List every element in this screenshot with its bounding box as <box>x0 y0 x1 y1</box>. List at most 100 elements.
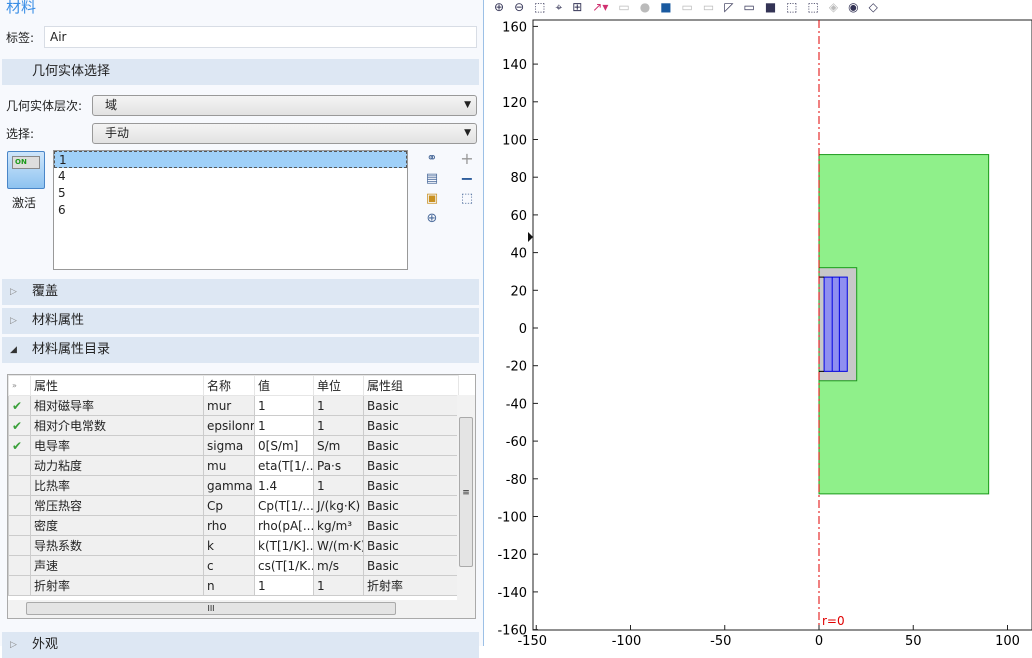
level-caption: 几何实体层次: <box>6 99 83 113</box>
link-icon[interactable]: ⚭ <box>424 151 440 167</box>
name-cell: sigma <box>203 435 255 456</box>
clear-selection-icon[interactable]: ⬚ <box>459 191 475 207</box>
table-row[interactable]: 导热系数 k k(T[1/K]... W/(m·K) Basic <box>8 535 459 556</box>
zoom-out-icon[interactable]: ⊖ <box>514 0 524 14</box>
unit-cell: m/s <box>313 555 364 576</box>
unit-cell: Pa·s <box>313 455 364 476</box>
selection-select[interactable]: 手动 ▼ <box>92 123 477 144</box>
name-cell: k <box>203 535 255 556</box>
table-row[interactable]: 密度 rho rho(pA[... kg/m³ Basic <box>8 515 459 536</box>
copy-icon[interactable]: ▤ <box>424 171 440 187</box>
reset-hiding-icon[interactable]: ◇ <box>869 0 878 14</box>
override-section[interactable]: ▷ 覆盖 <box>2 279 479 305</box>
property-cell: 密度 <box>30 515 204 536</box>
table-row[interactable]: 动力粘度 mu eta(T[1/... Pa·s Basic <box>8 455 459 476</box>
scroll-thumb[interactable]: III <box>26 602 396 615</box>
check-icon: ✔ <box>8 435 31 456</box>
value-cell[interactable]: eta(T[1/... <box>254 455 314 476</box>
unit-cell: S/m <box>313 435 364 456</box>
value-cell[interactable]: k(T[1/K]... <box>254 535 314 556</box>
domain-list[interactable]: 1 4 5 6 <box>53 150 408 270</box>
scene-light-icon[interactable]: ▭ <box>743 0 754 14</box>
table-row[interactable]: ✔ 相对磁导率 mur 1 1 Basic <box>8 395 459 416</box>
surface-icon[interactable]: ■ <box>660 0 671 14</box>
y-tick-label: 80 <box>510 171 527 186</box>
list-item[interactable]: 5 <box>54 185 407 202</box>
value-cell[interactable]: 0[S/m] <box>254 435 314 456</box>
col-name[interactable]: 名称 <box>203 375 255 396</box>
remove-icon[interactable]: − <box>459 171 475 187</box>
name-cell: mur <box>203 395 255 416</box>
value-cell[interactable]: cs(T[1/K... <box>254 555 314 576</box>
col-property[interactable]: 属性 <box>30 375 204 396</box>
col-group[interactable]: 属性组 <box>363 375 459 396</box>
property-cell: 电导率 <box>30 435 204 456</box>
col-value[interactable]: 值 <box>254 375 314 396</box>
transparency-icon[interactable]: ▭ <box>703 0 714 14</box>
property-catalog-section[interactable]: ◢ 材料属性目录 <box>2 337 479 363</box>
expand-icon: ▷ <box>10 287 17 297</box>
paste-icon[interactable]: ▣ <box>424 191 440 207</box>
active-toggle[interactable]: ON <box>7 151 45 189</box>
unit-cell: 1 <box>313 475 364 496</box>
expand-columns-icon[interactable]: » <box>8 375 31 396</box>
select-icon[interactable]: ⬚ <box>786 0 797 14</box>
wireframe-icon[interactable]: ▭ <box>682 0 693 14</box>
add-icon[interactable]: + <box>459 151 475 167</box>
coil-domain[interactable] <box>823 276 848 372</box>
x-tick-label: -100 <box>612 634 642 646</box>
list-item[interactable]: 1 <box>54 151 407 168</box>
label-input[interactable]: Air <box>44 26 477 48</box>
show-icon[interactable]: ◉ <box>848 0 858 14</box>
zoom-selection-icon[interactable]: ⊕ <box>424 211 440 227</box>
shade-icon[interactable]: ● <box>640 0 650 14</box>
level-select[interactable]: 域 ▼ <box>92 95 477 116</box>
grid-icon[interactable]: ◸ <box>724 0 733 14</box>
value-cell[interactable]: 1 <box>254 395 314 416</box>
horizontal-scrollbar[interactable]: III <box>8 600 475 618</box>
table-row[interactable]: 折射率 n 1 1 折射率 <box>8 575 459 596</box>
hide-icon[interactable]: ■ <box>765 0 776 14</box>
vertical-scrollbar[interactable]: ≡ <box>457 395 475 600</box>
name-cell: epsilonr <box>203 415 255 436</box>
table-row[interactable]: 声速 c cs(T[1/K... m/s Basic <box>8 555 459 576</box>
geometry-plot[interactable]: r=0-150 -100 -50 0 50 10016014012010080604020… <box>490 14 1032 646</box>
zoom-box-icon[interactable]: ⬚ <box>534 0 545 14</box>
scroll-thumb[interactable]: ≡ <box>459 417 473 567</box>
value-cell[interactable]: 1.4 <box>254 475 314 496</box>
section-label: 材料属性目录 <box>32 342 111 357</box>
appearance-section[interactable]: ▷ 外观 <box>2 632 479 658</box>
zoom-extents-icon[interactable]: ⊞ <box>572 0 582 14</box>
material-properties-section[interactable]: ▷ 材料属性 <box>2 308 479 334</box>
table-row[interactable]: ✔ 电导率 sigma 0[S/m] S/m Basic <box>8 435 459 456</box>
value-cell[interactable]: 1 <box>254 415 314 436</box>
zoom-in-icon[interactable]: ⊕ <box>494 0 504 14</box>
x-tick-label: 50 <box>905 634 922 646</box>
table-row[interactable]: 比热率 gamma 1.4 1 Basic <box>8 475 459 496</box>
name-cell: c <box>203 555 255 576</box>
value-cell[interactable]: 1 <box>254 575 314 596</box>
section-label: 覆盖 <box>32 284 59 299</box>
render-icon[interactable]: ▭ <box>618 0 629 14</box>
clear-icon[interactable]: ⬚ <box>808 0 819 14</box>
y-tick-label: 120 <box>502 96 527 111</box>
settings-panel: 材料 标签: Air 几何实体选择 几何实体层次: 域 ▼ 选择: 手动 ▼ ON 激活 … <box>0 0 484 658</box>
axis-label: r=0 <box>822 614 845 628</box>
table-row[interactable]: ✔ 相对介电常数 epsilonr 1 1 Basic <box>8 415 459 436</box>
geometry-selection-section[interactable]: 几何实体选择 <box>2 59 479 85</box>
value-cell[interactable]: Cp(T[1/... <box>254 495 314 516</box>
list-item[interactable]: 4 <box>54 168 407 185</box>
empty-cell <box>8 455 31 476</box>
y-tick-label: -120 <box>497 548 527 563</box>
axis-orientation-icon[interactable]: ↗▾ <box>592 0 608 14</box>
unit-cell: J/(kg·K) <box>313 495 364 516</box>
value-cell[interactable]: rho(pA[... <box>254 515 314 536</box>
col-unit[interactable]: 单位 <box>313 375 364 396</box>
zoom-selected-icon[interactable]: ⌖ <box>555 0 562 14</box>
label-caption: 标签: <box>6 30 35 45</box>
y-tick-label: -40 <box>506 397 527 412</box>
hide-geom-icon[interactable]: ◈ <box>829 0 838 14</box>
y-tick-label: 60 <box>510 209 527 224</box>
list-item[interactable]: 6 <box>54 202 407 219</box>
table-row[interactable]: 常压热容 Cp Cp(T[1/... J/(kg·K) Basic <box>8 495 459 516</box>
